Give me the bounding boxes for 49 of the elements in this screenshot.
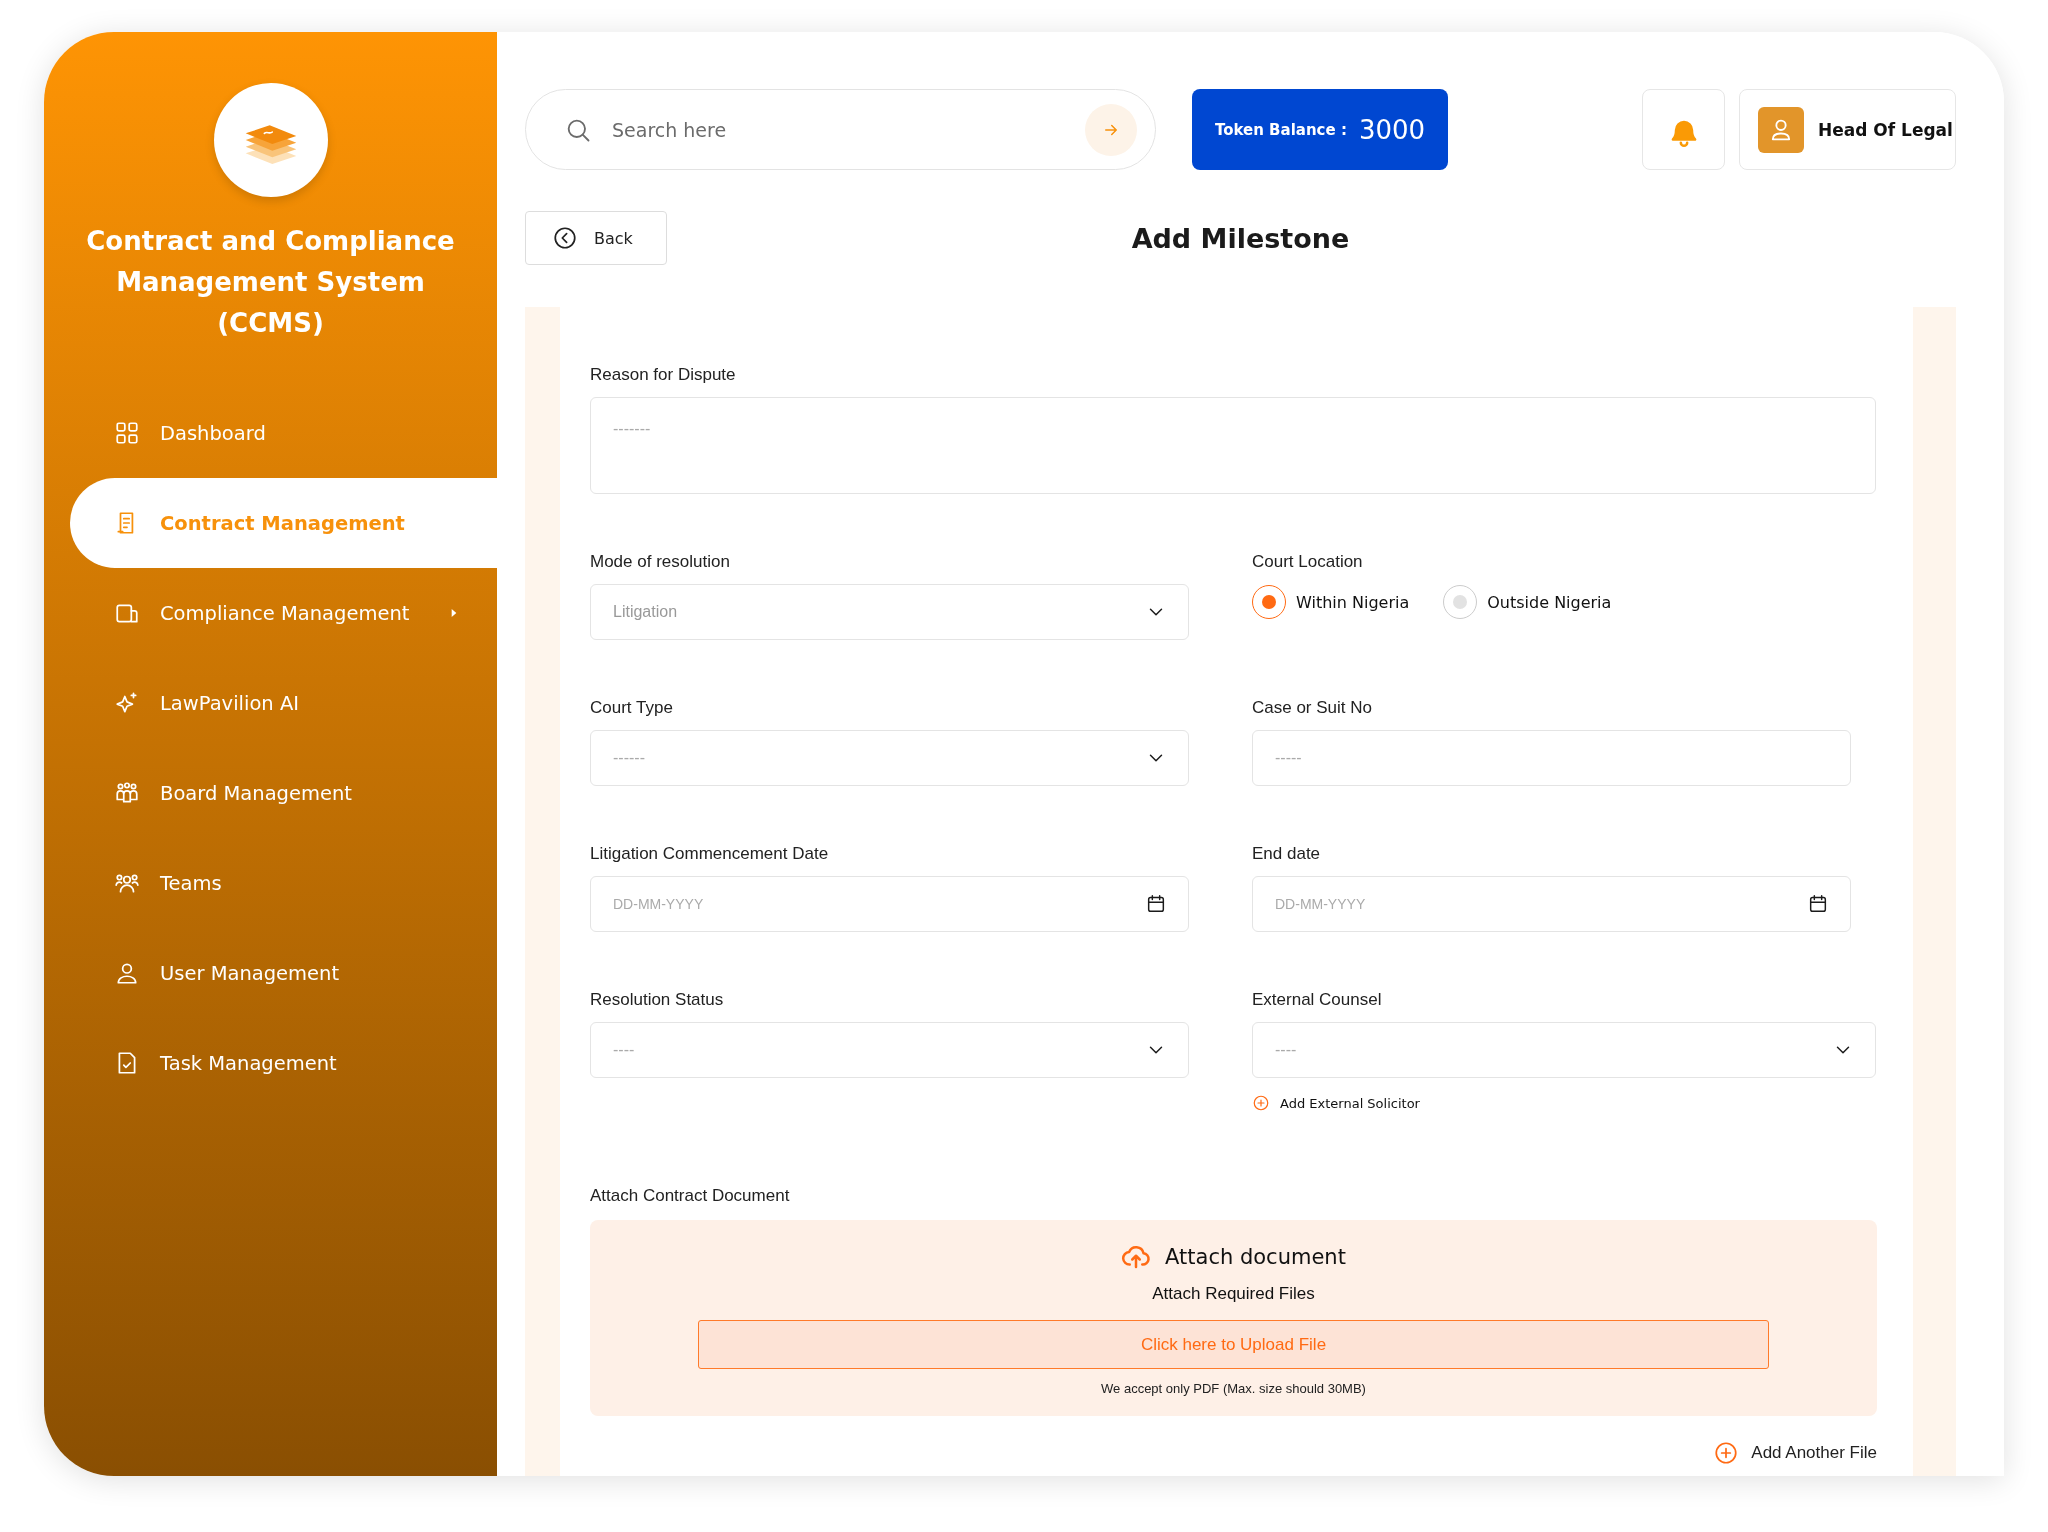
back-button[interactable]: Back	[525, 211, 667, 265]
grid-icon	[114, 420, 140, 446]
radio-label: Within Nigeria	[1296, 592, 1410, 612]
plus-circle-icon	[1713, 1440, 1740, 1466]
field-label: Case or Suit No	[1252, 698, 1373, 718]
nav-item[interactable]: Compliance Management	[70, 568, 497, 658]
upload-button[interactable]: Click here to Upload File	[698, 1320, 1769, 1369]
field-label: Attach Contract Document	[590, 1186, 791, 1206]
plus-circle-icon	[1252, 1094, 1270, 1112]
date-field[interactable]: DD-MM-YYYY	[1252, 876, 1851, 932]
upload-subtitle: Attach Required Files	[1152, 1284, 1315, 1304]
field-label: Court Type	[590, 698, 674, 718]
add-file-link[interactable]: Add Another File	[1713, 1440, 1877, 1466]
field-label: Litigation Commencement Date	[590, 844, 830, 864]
input-field[interactable]: -----	[1252, 730, 1851, 786]
dropdown-field[interactable]: ------	[590, 730, 1189, 786]
date-field[interactable]: DD-MM-YYYY	[590, 876, 1189, 932]
search-input[interactable]: Search here	[610, 117, 1067, 142]
nav-item[interactable]: Dashboard	[70, 388, 497, 478]
radio-label: Outside Nigeria	[1487, 592, 1612, 612]
token-balance-badge: Token Balance : 3000	[1192, 89, 1448, 170]
field-label: Court Location	[1252, 552, 1364, 572]
nav-item[interactable]: LawPavilion AI	[70, 658, 497, 748]
chevron-left-circle-icon	[552, 225, 578, 251]
dropdown-field[interactable]: ----	[1252, 1022, 1876, 1078]
upload-title: Attach document	[1165, 1245, 1346, 1269]
field-label: End date	[1252, 844, 1322, 864]
group-icon	[114, 780, 140, 806]
calendar-icon	[1145, 893, 1167, 915]
nav-item[interactable]: Board Management	[70, 748, 497, 838]
text-area[interactable]: -------	[590, 397, 1876, 494]
calendar-icon	[1807, 893, 1829, 915]
notification-button[interactable]	[1642, 89, 1725, 170]
add-solicitor-link[interactable]: Add External Solicitor	[1252, 1094, 1420, 1112]
user-profile-button[interactable]: Head Of Legal	[1739, 89, 1956, 170]
field-label: Reason for Dispute	[590, 365, 737, 385]
upload-note: We accept only PDF (Max. size should 30MB)	[1101, 1381, 1366, 1396]
dropdown-field[interactable]: Litigation	[590, 584, 1189, 640]
field-label: External Counsel	[1252, 990, 1383, 1010]
field-label: Resolution Status	[590, 990, 725, 1010]
dropdown-field[interactable]: ----	[590, 1022, 1189, 1078]
submit-search-button[interactable]	[1085, 103, 1137, 156]
nav-item[interactable]: User Management	[70, 928, 497, 1018]
app-title: Contract and Compliance Management System (CCMS)	[85, 225, 456, 340]
nav-item[interactable]: Teams	[70, 838, 497, 928]
field-label: Mode of resolution	[590, 552, 731, 572]
nav-item[interactable]: Task Management	[70, 1018, 497, 1108]
page-title: Add Milestone	[1131, 222, 1350, 254]
nav-item[interactable]: Contract Management	[70, 478, 497, 568]
